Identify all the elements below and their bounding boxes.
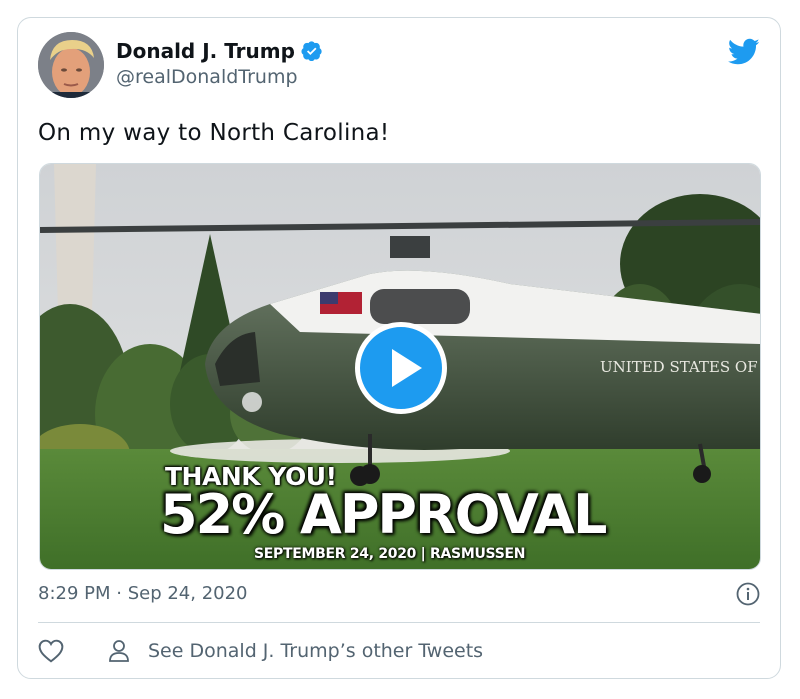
tweet-text: On my way to North Carolina! [38,120,390,146]
twitter-bird-icon[interactable] [728,38,760,66]
tweet-card: Donald J. Trump @realDonaldTrump On my w… [17,17,781,679]
verified-badge-icon [301,41,322,62]
heart-icon[interactable] [38,639,64,663]
video-media[interactable]: UNITED STATES OF THANK YOU! 52% APPROVAL… [39,163,761,570]
play-button[interactable] [355,322,447,414]
author-handle[interactable]: @realDonaldTrump [116,64,323,90]
author-block[interactable]: Donald J. Trump @realDonaldTrump [116,38,323,90]
overlay-approval: 52% APPROVAL [160,483,607,546]
author-name-row[interactable]: Donald J. Trump [116,38,323,64]
other-tweets-link[interactable]: See Donald J. Trump’s other Tweets [108,639,483,663]
avatar[interactable] [38,32,104,98]
other-tweets-label[interactable]: See Donald J. Trump’s other Tweets [148,640,483,662]
divider [38,622,760,623]
person-icon [109,640,129,662]
action-bar: See Donald J. Trump’s other Tweets [38,636,483,666]
overlay-date-source: SEPTEMBER 24, 2020 | RASMUSSEN [254,546,526,562]
tweet-timestamp[interactable]: 8:29 PM · Sep 24, 2020 [38,583,248,604]
info-icon[interactable] [736,582,760,606]
author-name[interactable]: Donald J. Trump [116,38,295,64]
helicopter-lettering: UNITED STATES OF [600,358,758,376]
play-icon [392,349,422,387]
